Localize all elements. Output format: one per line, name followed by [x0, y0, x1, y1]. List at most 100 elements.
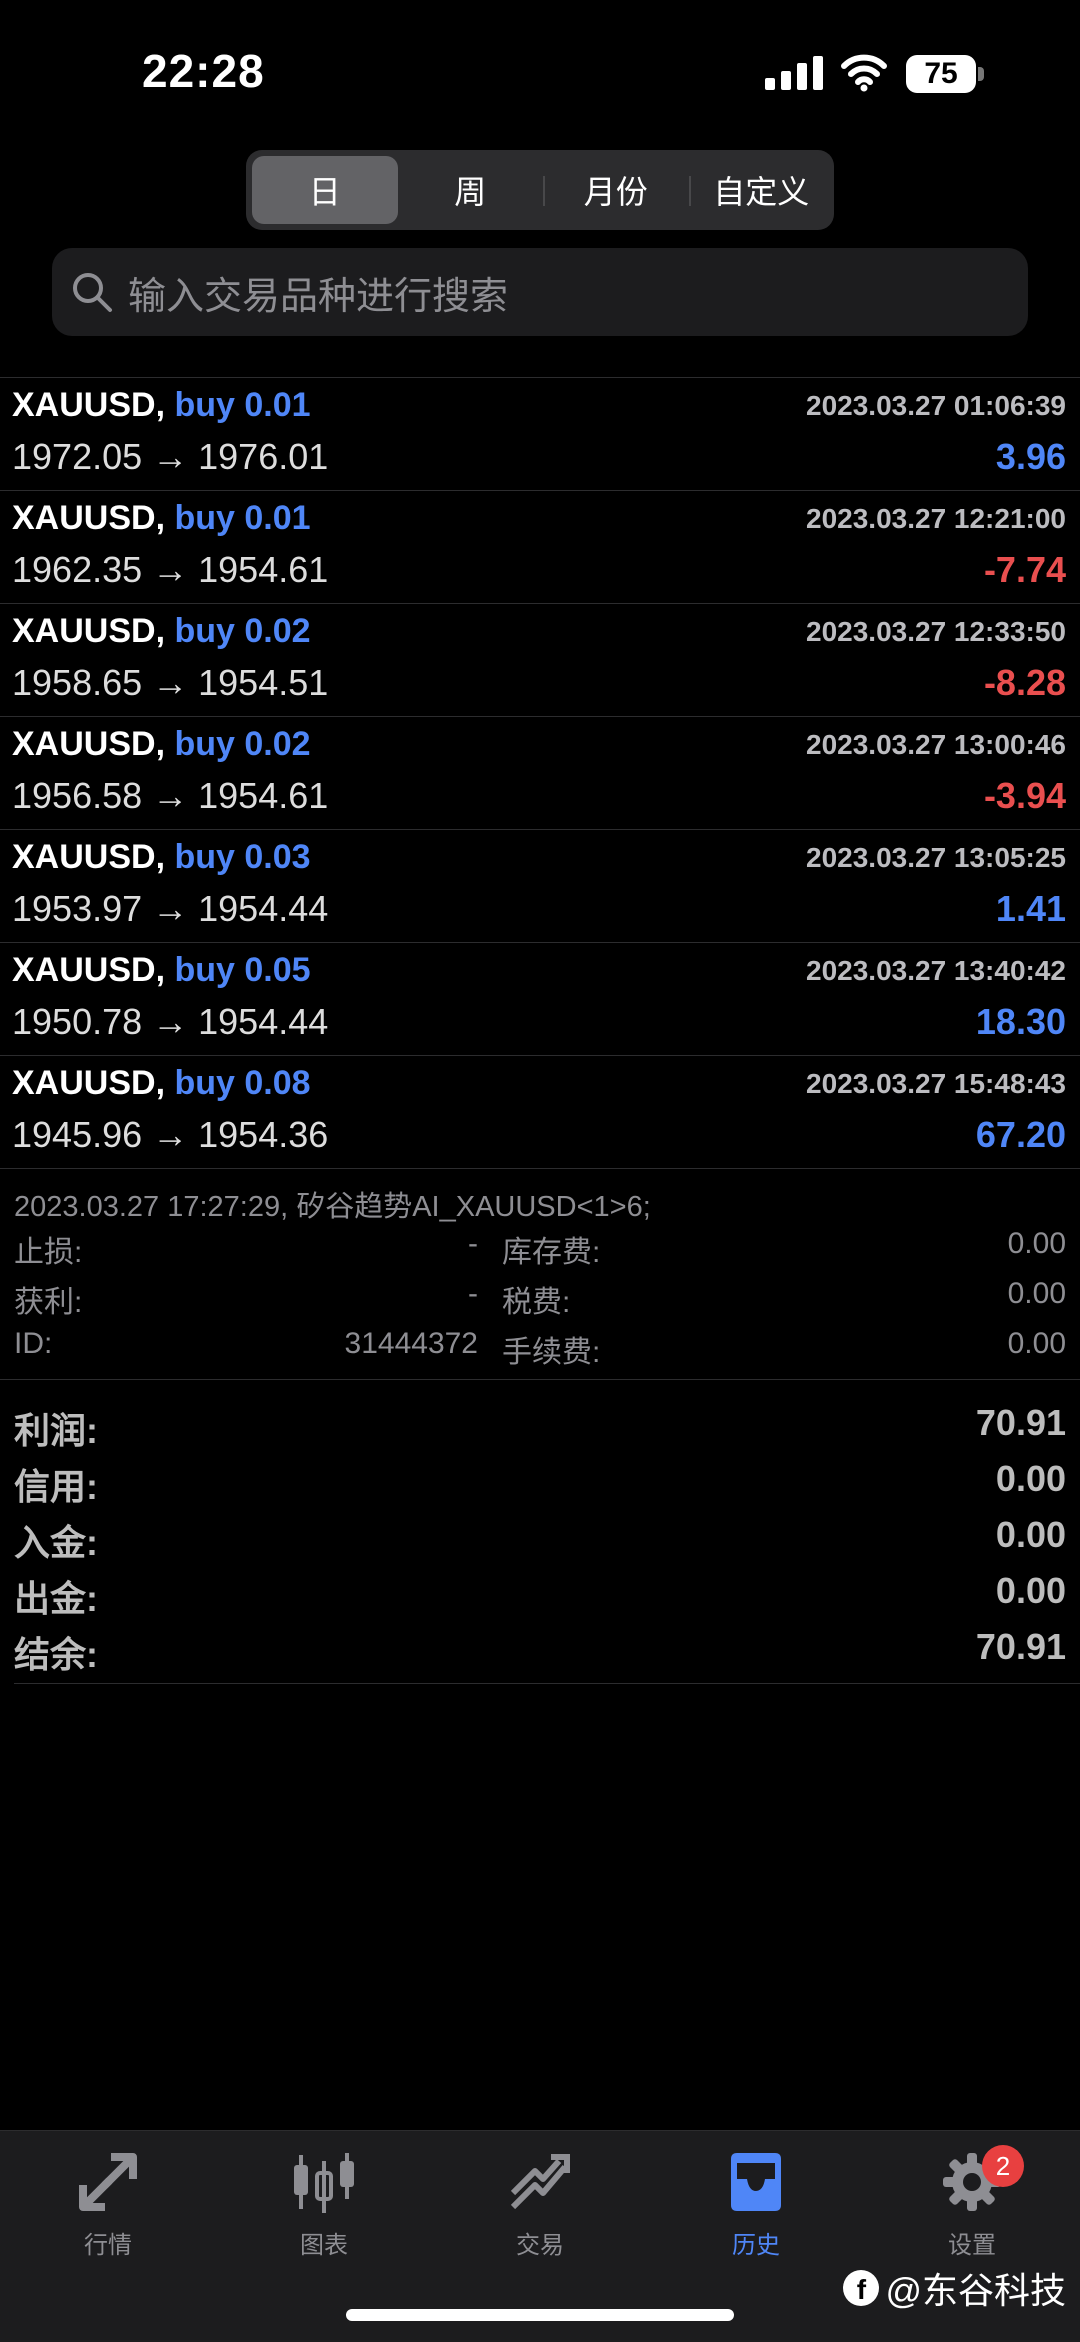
history-list: XAUUSD, buy 0.01 2023.03.27 01:06:39 197… [0, 377, 1080, 1684]
watermark-text: @东谷科技 [885, 2270, 1066, 2311]
search-icon [73, 273, 112, 312]
trade-prices: 1956.58 → 1954.61 [12, 775, 329, 816]
trade-datetime: 2023.03.27 12:21:00 [806, 503, 1066, 534]
summary-balance: 结余: 70.91 [0, 1618, 1080, 1675]
summary-profit: 利润: 70.91 [0, 1394, 1080, 1451]
symbol-search-input[interactable]: 输入交易品种进行搜索 [52, 248, 1028, 336]
trade-datetime: 2023.03.27 13:05:25 [806, 842, 1066, 873]
trade-profit: -3.94 [983, 775, 1066, 816]
trade-side: buy 0.02 [174, 725, 311, 763]
tab-label: 图表 [300, 2232, 348, 2259]
trade-prices: 1953.97 → 1954.44 [12, 888, 329, 929]
summary-value: 0.00 [995, 1570, 1066, 1611]
segment-month-label: 月份 [583, 174, 648, 210]
trade-side: buy 0.08 [174, 1064, 311, 1102]
tab-history[interactable]: 历史 [696, 2149, 816, 2289]
detail-label: 止损: [14, 1236, 83, 1269]
segment-week-label: 周 [454, 174, 487, 210]
trade-profit: 1.41 [995, 888, 1066, 929]
trade-trend-icon [510, 2154, 570, 2210]
segment-custom-label: 自定义 [713, 174, 810, 210]
trade-symbol: XAUUSD, buy 0.02 [12, 725, 311, 763]
trade-row[interactable]: XAUUSD, buy 0.02 2023.03.27 12:33:50 195… [0, 603, 1080, 716]
detail-row-takeprofit: 获利: - 税费: 0.00 [0, 1277, 1080, 1319]
detail-value: 0.00 [1007, 1227, 1066, 1260]
account-summary: 利润: 70.91 信用: 0.00 入金: 0.00 出金: 0.00 结余:… [0, 1379, 1080, 1684]
trade-symbol: XAUUSD, buy 0.05 [12, 951, 311, 989]
trade-profit: 67.20 [975, 1114, 1066, 1155]
wifi-icon [841, 54, 887, 92]
segment-day[interactable]: 日 [252, 156, 398, 224]
trade-side: buy 0.05 [174, 951, 311, 989]
detail-row-stoploss: 止损: - 库存费: 0.00 [0, 1227, 1080, 1269]
cellular-signal-icon [765, 56, 823, 90]
detail-label: 获利: [14, 1286, 83, 1319]
detail-value: - [468, 1227, 478, 1260]
trade-datetime: 2023.03.27 12:33:50 [806, 616, 1066, 647]
detail-value: 31444372 [344, 1327, 478, 1360]
trade-symbol: XAUUSD, buy 0.01 [12, 386, 311, 424]
summary-label: 入金: [14, 1522, 98, 1563]
trade-profit: -8.28 [983, 662, 1066, 703]
tab-chart[interactable]: 图表 [264, 2149, 384, 2289]
tab-quotes[interactable]: 行情 [48, 2149, 168, 2289]
detail-label: 手续费: [502, 1336, 601, 1369]
trade-side: buy 0.03 [174, 838, 311, 876]
trade-prices: 1945.96 → 1954.36 [12, 1114, 329, 1155]
trade-datetime: 2023.03.27 13:40:42 [806, 955, 1066, 986]
summary-label: 信用: [14, 1466, 98, 1507]
trade-datetime: 2023.03.27 13:00:46 [806, 729, 1066, 760]
summary-label: 出金: [14, 1578, 98, 1619]
trade-datetime: 2023.03.27 01:06:39 [806, 390, 1066, 421]
quotes-arrows-icon [79, 2153, 137, 2211]
summary-label: 利润: [14, 1410, 98, 1451]
candlestick-chart-icon [294, 2153, 354, 2213]
trade-prices: 1958.65 → 1954.51 [12, 662, 329, 703]
detail-value: - [468, 1277, 478, 1310]
trade-profit: 18.30 [975, 1001, 1066, 1042]
summary-value: 70.91 [975, 1626, 1066, 1667]
trade-symbol: XAUUSD, buy 0.03 [12, 838, 311, 876]
tab-label: 设置 [948, 2232, 996, 2259]
detail-value: 0.00 [1007, 1327, 1066, 1360]
trade-row[interactable]: XAUUSD, buy 0.02 2023.03.27 13:00:46 195… [0, 716, 1080, 829]
detail-label: 库存费: [502, 1236, 601, 1269]
segment-month[interactable]: 月份 [543, 156, 689, 224]
trade-prices: 1972.05 → 1976.01 [12, 436, 329, 477]
search-placeholder: 输入交易品种进行搜索 [128, 275, 509, 318]
summary-value: 0.00 [995, 1458, 1066, 1499]
trade-row[interactable]: XAUUSD, buy 0.01 2023.03.27 01:06:39 197… [0, 377, 1080, 490]
trade-symbol: XAUUSD, buy 0.02 [12, 612, 311, 650]
trade-row[interactable]: XAUUSD, buy 0.05 2023.03.27 13:40:42 195… [0, 942, 1080, 1055]
detail-label: 税费: [502, 1286, 571, 1319]
trade-symbol: XAUUSD, buy 0.08 [12, 1064, 311, 1102]
trade-side: buy 0.01 [174, 386, 311, 424]
trade-row[interactable]: XAUUSD, buy 0.01 2023.03.27 12:21:00 196… [0, 490, 1080, 603]
trade-row[interactable]: XAUUSD, buy 0.03 2023.03.27 13:05:25 195… [0, 829, 1080, 942]
period-segmented-control: 日 周 月份 自定义 [246, 150, 834, 230]
tab-label: 交易 [516, 2232, 564, 2259]
tab-trade[interactable]: 交易 [480, 2149, 600, 2289]
history-inbox-icon [731, 2153, 781, 2211]
detail-label: ID: [14, 1327, 53, 1360]
home-indicator[interactable] [346, 2309, 734, 2321]
trade-datetime: 2023.03.27 15:48:43 [806, 1068, 1066, 1099]
segment-week[interactable]: 周 [398, 156, 544, 224]
trade-profit: -7.74 [983, 549, 1066, 590]
summary-withdrawal: 出金: 0.00 [0, 1562, 1080, 1619]
trade-profit: 3.96 [995, 436, 1066, 477]
tab-label: 行情 [84, 2232, 132, 2259]
trade-side: buy 0.01 [174, 499, 311, 537]
trade-row[interactable]: XAUUSD, buy 0.08 2023.03.27 15:48:43 194… [0, 1055, 1080, 1168]
summary-deposit: 入金: 0.00 [0, 1506, 1080, 1563]
trade-symbol: XAUUSD, buy 0.01 [12, 499, 311, 537]
battery-level: 75 [906, 55, 976, 93]
trade-side: buy 0.02 [174, 612, 311, 650]
watermark: f @东谷科技 [843, 2262, 1066, 2314]
detail-row-id: ID: 31444372 手续费: 0.00 [0, 1327, 1080, 1369]
segment-custom[interactable]: 自定义 [688, 156, 835, 224]
summary-label: 结余: [14, 1634, 98, 1675]
summary-value: 70.91 [975, 1402, 1066, 1443]
status-time: 22:28 [142, 45, 265, 97]
facebook-logo-icon: f [843, 2270, 880, 2306]
